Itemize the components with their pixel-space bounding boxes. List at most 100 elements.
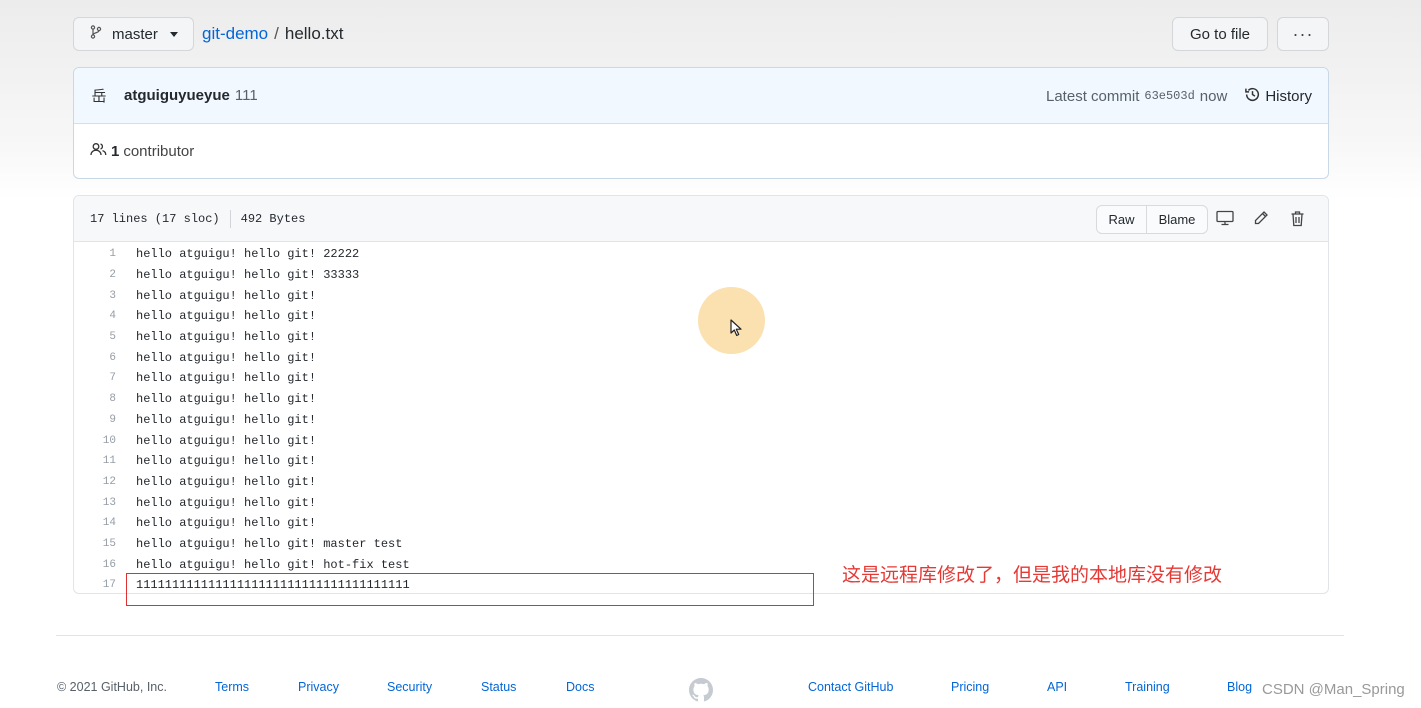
watermark: CSDN @Man_Spring <box>1262 681 1405 698</box>
code-line: 14 hello atguigu! hello git! <box>74 513 1328 534</box>
line-content: hello atguigu! hello git! 22222 <box>136 247 360 262</box>
line-number[interactable]: 15 <box>74 538 116 550</box>
line-number[interactable]: 6 <box>74 352 116 364</box>
code-body: 1 hello atguigu! hello git! 22222 2 hello a… <box>74 242 1328 593</box>
code-line: 11 hello atguigu! hello git! <box>74 451 1328 472</box>
trash-icon[interactable] <box>1287 208 1307 228</box>
footer-link-security[interactable]: Security <box>387 680 432 694</box>
code-line: 13 hello atguigu! hello git! <box>74 492 1328 513</box>
people-icon <box>90 142 107 161</box>
footer-link-docs[interactable]: Docs <box>566 680 594 694</box>
line-number[interactable]: 17 <box>74 579 116 591</box>
line-content: hello atguigu! hello git! <box>136 330 317 345</box>
line-content: hello atguigu! hello git! <box>136 516 317 531</box>
line-number[interactable]: 14 <box>74 517 116 529</box>
commit-box: 岳 atguiguyueyue 111 Latest commit 63e503… <box>73 67 1329 179</box>
footer-link-status[interactable]: Status <box>481 680 516 694</box>
footer-link-api[interactable]: API <box>1047 680 1067 694</box>
line-number[interactable]: 16 <box>74 559 116 571</box>
line-content: hello atguigu! hello git! <box>136 350 317 365</box>
contributors-row[interactable]: 1 contributor <box>74 124 1328 178</box>
divider <box>229 209 231 228</box>
commit-meta: Latest commit 63e503d now History <box>1046 68 1312 124</box>
line-number[interactable]: 9 <box>74 414 116 426</box>
footer-link-pricing[interactable]: Pricing <box>951 680 989 694</box>
more-options-button[interactable]: ··· <box>1277 17 1329 51</box>
commit-sha-link[interactable]: 63e503d <box>1144 89 1194 103</box>
footer-link-training[interactable]: Training <box>1125 680 1170 694</box>
footer-divider <box>56 635 1344 636</box>
line-content: hello atguigu! hello git! 33333 <box>136 268 360 283</box>
desktop-icon[interactable] <box>1215 208 1235 228</box>
caret-down-icon <box>169 31 178 37</box>
code-line: 7 hello atguigu! hello git! <box>74 368 1328 389</box>
file-info-bar: 17 lines (17 sloc) 492 Bytes Raw Blame <box>74 196 1328 242</box>
line-number[interactable]: 12 <box>74 476 116 488</box>
line-number[interactable]: 4 <box>74 310 116 322</box>
contributor-count: 1 <box>111 142 120 160</box>
line-number[interactable]: 13 <box>74 497 116 509</box>
line-number[interactable]: 10 <box>74 435 116 447</box>
line-content: hello atguigu! hello git! <box>136 371 317 386</box>
footer: © 2021 GitHub, Inc. Terms Privacy Securi… <box>0 678 1421 702</box>
footer-link-terms[interactable]: Terms <box>215 680 249 694</box>
contributor-label: contributor <box>123 142 195 160</box>
file-name: hello.txt <box>284 24 344 43</box>
breadcrumb-separator: / <box>274 24 279 43</box>
mouse-pointer-icon <box>729 318 743 343</box>
code-line: 15 hello atguigu! hello git! master test <box>74 534 1328 555</box>
line-content: hello atguigu! hello git! <box>136 474 317 489</box>
line-number[interactable]: 3 <box>74 290 116 302</box>
code-line: 2 hello atguigu! hello git! 33333 <box>74 265 1328 286</box>
commit-author-link[interactable]: atguiguyueyue <box>124 87 230 104</box>
history-label: History <box>1265 87 1312 105</box>
footer-link-contact[interactable]: Contact GitHub <box>808 680 893 694</box>
raw-button[interactable]: Raw <box>1097 206 1147 233</box>
file-lines-info: 17 lines (17 sloc) <box>90 211 220 226</box>
line-content: hello atguigu! hello git! master test <box>136 536 403 551</box>
blame-button[interactable]: Blame <box>1147 206 1207 233</box>
line-content: hello atguigu! hello git! <box>136 309 317 324</box>
annotation-text: 这是远程库修改了，但是我的本地库没有修改 <box>842 564 1223 586</box>
code-line: 3 hello atguigu! hello git! <box>74 285 1328 306</box>
go-to-file-button[interactable]: Go to file <box>1172 17 1268 51</box>
footer-copyright: © 2021 GitHub, Inc. <box>57 680 167 694</box>
line-number[interactable]: 11 <box>74 455 116 467</box>
github-logo-icon[interactable] <box>689 678 713 705</box>
branch-selector-button[interactable]: master <box>73 17 194 51</box>
line-content: hello atguigu! hello git! <box>136 495 317 510</box>
branch-name: master <box>112 25 158 43</box>
raw-blame-group: Raw Blame <box>1096 205 1208 234</box>
file-viewer: 17 lines (17 sloc) 492 Bytes Raw Blame 1… <box>73 195 1329 594</box>
line-number[interactable]: 2 <box>74 269 116 281</box>
history-icon <box>1244 86 1261 107</box>
pencil-icon[interactable] <box>1251 208 1271 228</box>
avatar[interactable]: 岳 <box>90 87 108 105</box>
line-content: hello atguigu! hello git! <box>136 288 317 303</box>
code-line: 8 hello atguigu! hello git! <box>74 389 1328 410</box>
line-content: hello atguigu! hello git! <box>136 412 317 427</box>
code-line: 6 hello atguigu! hello git! <box>74 347 1328 368</box>
line-content: hello atguigu! hello git! hot-fix test <box>136 557 410 572</box>
code-line: 1 hello atguigu! hello git! 22222 <box>74 244 1328 265</box>
line-number[interactable]: 7 <box>74 372 116 384</box>
footer-link-blog[interactable]: Blog <box>1227 680 1252 694</box>
line-number[interactable]: 8 <box>74 393 116 405</box>
line-number[interactable]: 1 <box>74 248 116 260</box>
footer-link-privacy[interactable]: Privacy <box>298 680 339 694</box>
history-link[interactable]: History <box>1244 86 1312 107</box>
commit-message-link[interactable]: 111 <box>235 87 258 104</box>
git-branch-icon <box>90 25 102 43</box>
code-line: 9 hello atguigu! hello git! <box>74 410 1328 431</box>
line-number[interactable]: 5 <box>74 331 116 343</box>
kebab-icon: ··· <box>1292 23 1314 44</box>
code-line: 12 hello atguigu! hello git! <box>74 472 1328 493</box>
line-content: hello atguigu! hello git! <box>136 454 317 469</box>
latest-commit-header: 岳 atguiguyueyue 111 Latest commit 63e503… <box>74 68 1328 124</box>
line-content: hello atguigu! hello git! <box>136 392 317 407</box>
breadcrumb: git-demo / hello.txt <box>202 24 343 44</box>
line-content: hello atguigu! hello git! <box>136 433 317 448</box>
repo-link[interactable]: git-demo <box>202 24 268 44</box>
code-line: 10 hello atguigu! hello git! <box>74 430 1328 451</box>
commit-time: now <box>1199 87 1228 105</box>
